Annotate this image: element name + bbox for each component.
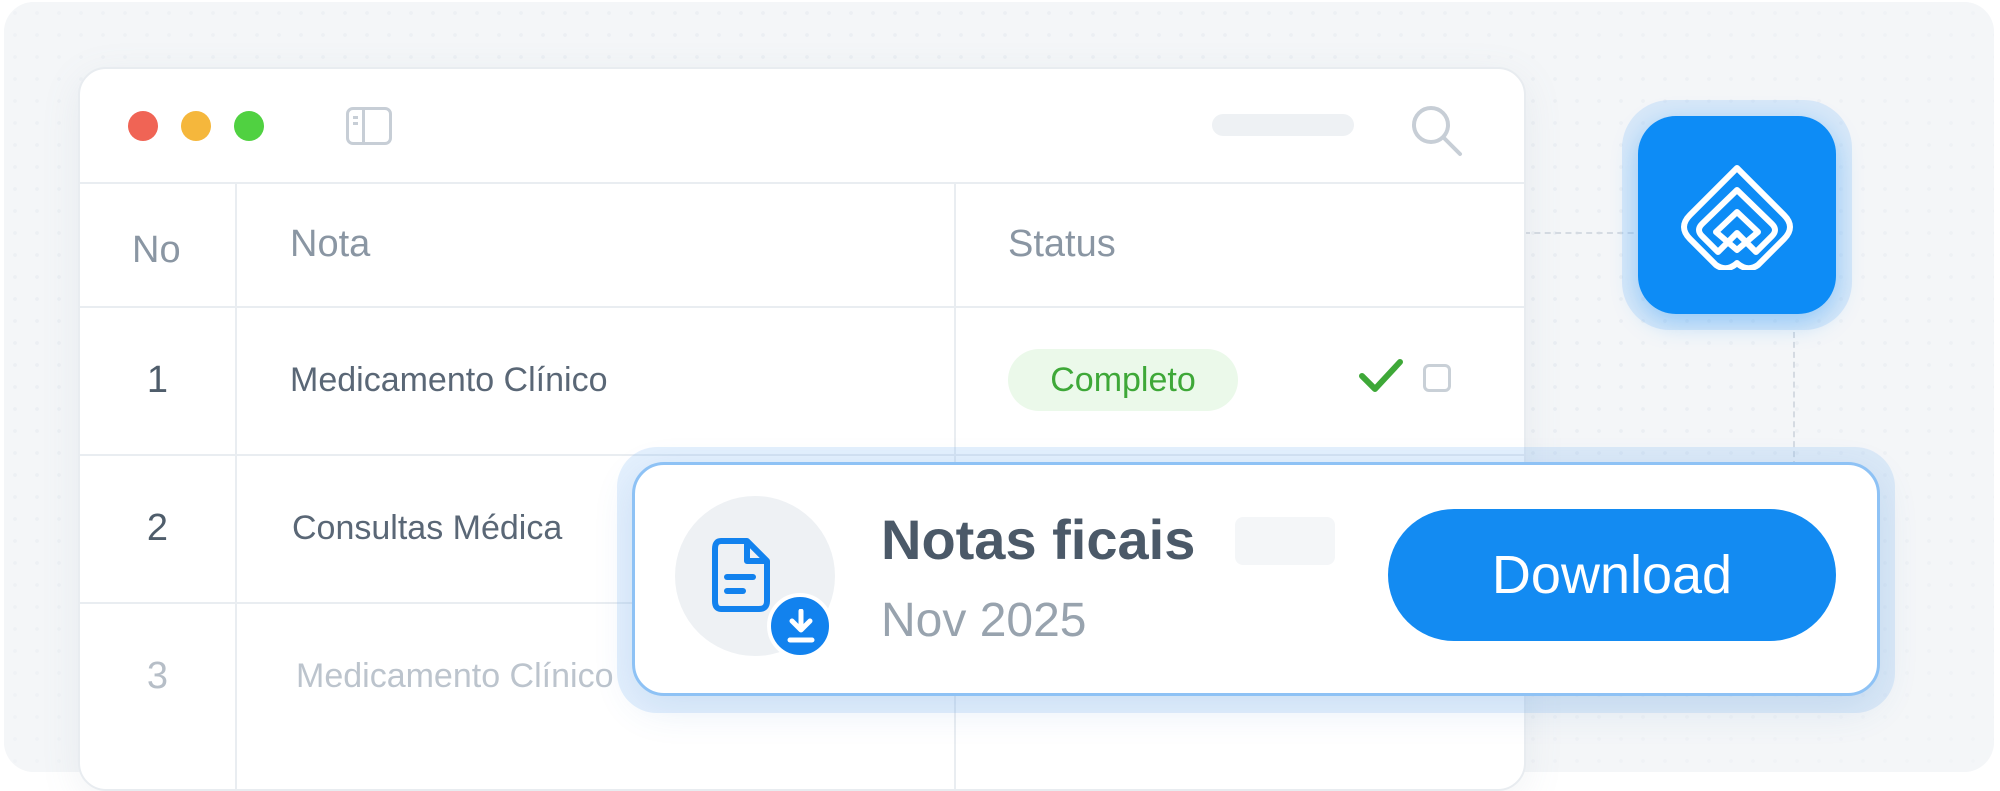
column-header-no: No [132,228,181,271]
minimize-window-button[interactable] [181,111,211,141]
download-badge-icon [767,593,833,659]
search-icon[interactable] [1408,102,1464,158]
placeholder-bar [1235,517,1335,565]
card-subtitle: Nov 2025 [881,594,1087,647]
row-number: 3 [146,654,169,697]
column-header-status: Status [1008,222,1116,265]
window-titlebar [80,69,1524,184]
download-button[interactable]: Download [1388,509,1836,641]
row-note: Consultas Médica [292,508,563,547]
card-title: Notas ficais [881,508,1196,571]
download-card: Notas ficais Nov 2025 Download [632,462,1880,696]
maximize-window-button[interactable] [234,111,264,141]
search-field-placeholder[interactable] [1212,114,1354,136]
close-window-button[interactable] [128,111,158,141]
document-icon [712,538,770,612]
brand-logo-icon [1681,165,1793,270]
checkmark-icon [1359,359,1403,392]
table-header-row: No Nota Status [80,182,1524,308]
status-badge: Completo [1008,349,1238,411]
table-row[interactable]: 1 Medicamento Clínico Completo [80,306,1524,456]
row-number: 2 [146,506,169,549]
row-note: Medicamento Clínico [290,360,608,399]
row-note: Medicamento Clínico [296,656,614,695]
sidebar-toggle-icon[interactable] [346,107,392,145]
brand-logo-tile [1638,116,1836,314]
column-header-nota: Nota [290,222,371,265]
row-checkbox[interactable] [1423,364,1451,392]
row-number: 1 [146,358,169,401]
